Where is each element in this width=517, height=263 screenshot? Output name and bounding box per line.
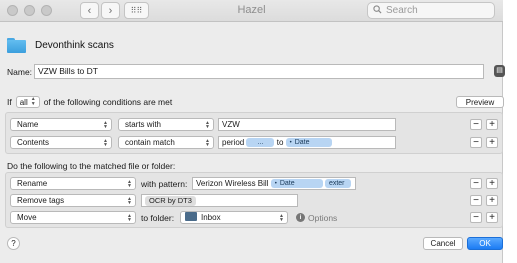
to-folder-label: to folder: (141, 213, 175, 223)
rule-name-field[interactable]: VZW Bills to DT (34, 64, 484, 79)
date-token[interactable]: • Date (285, 138, 332, 148)
action-row: Remove tags ▲ ▼ OCR by DT3 − + (6, 192, 502, 210)
action-type-select[interactable]: Remove tags ▲ ▼ (10, 194, 136, 207)
match-condition-row: If all ▲ ▼ of the following conditions ar… (7, 96, 172, 108)
help-button[interactable]: ? (7, 237, 20, 250)
tags-field[interactable]: OCR by DT3 (141, 194, 298, 207)
actions-header: Do the following to the matched file or … (7, 161, 176, 171)
select-arrows-icon: ▲ ▼ (30, 96, 36, 107)
condition-value-field[interactable]: VZW (218, 118, 396, 131)
folder-header: Devonthink scans (7, 38, 114, 53)
options-info-icon[interactable]: i (296, 213, 305, 222)
add-condition-button[interactable]: + (486, 137, 498, 148)
condition-pattern-field[interactable]: period ... to • Date (218, 136, 396, 149)
hazel-window: ‹ › ⠿⠿ Hazel Search Devonthink scans Nam… (0, 0, 505, 263)
tag-token[interactable]: OCR by DT3 (145, 195, 196, 206)
add-condition-button[interactable]: + (486, 119, 498, 130)
actions-group: Rename ▲ ▼ with pattern: Verizon Wireless … (5, 172, 503, 228)
options-link[interactable]: Options (308, 212, 337, 224)
action-type-select[interactable]: Move ▲ ▼ (10, 211, 136, 224)
select-arrows-icon: ▲ ▼ (205, 120, 210, 130)
action-row: Move ▲ ▼ to folder: Inbox ▲ ▼ i Options − + (6, 209, 502, 227)
with-pattern-label: with pattern: (141, 179, 188, 189)
remove-action-button[interactable]: − (470, 178, 482, 189)
inbox-icon (185, 212, 197, 222)
condition-row: Contents ▲ ▼ contain match ▲ ▼ period ... to… (6, 134, 502, 152)
condition-row: Name ▲ ▼ starts with ▲ ▼ VZW − + (6, 116, 502, 134)
ok-button[interactable]: OK (467, 237, 503, 250)
search-field[interactable]: Search (367, 2, 495, 19)
date-token[interactable]: • Date (270, 179, 323, 189)
remove-condition-button[interactable]: − (470, 137, 482, 148)
action-type-select[interactable]: Rename ▲ ▼ (10, 177, 136, 190)
cancel-button[interactable]: Cancel (423, 237, 463, 250)
title-bar: ‹ › ⠿⠿ Hazel Search (0, 0, 503, 22)
condition-attribute-select[interactable]: Name ▲ ▼ (10, 118, 112, 131)
action-row: Rename ▲ ▼ with pattern: Verizon Wireless … (6, 175, 502, 193)
pattern-token[interactable]: ... (246, 138, 275, 148)
match-all-select[interactable]: all ▲ ▼ (15, 96, 40, 108)
conditions-group: Name ▲ ▼ starts with ▲ ▼ VZW − + Contents ▲ ▼ … (5, 112, 503, 154)
destination-folder-select[interactable]: Inbox ▲ ▼ (180, 211, 288, 224)
add-action-button[interactable]: + (486, 212, 498, 223)
remove-condition-button[interactable]: − (470, 119, 482, 130)
add-action-button[interactable]: + (486, 178, 498, 189)
conditions-suffix-label: of the following conditions are met (43, 97, 173, 107)
select-arrows-icon: ▲ ▼ (127, 179, 132, 189)
search-placeholder: Search (386, 5, 418, 16)
folder-name: Devonthink scans (35, 40, 114, 51)
select-arrows-icon: ▲ ▼ (205, 138, 210, 148)
rule-name-label: Name: (7, 67, 33, 77)
preview-button[interactable]: Preview (456, 96, 504, 108)
rule-info-icon[interactable]: ▤ (494, 65, 505, 77)
if-label: If (7, 97, 12, 107)
select-arrows-icon: ▲ ▼ (127, 196, 132, 206)
select-arrows-icon: ▲ ▼ (127, 213, 132, 223)
condition-attribute-select[interactable]: Contents ▲ ▼ (10, 136, 112, 149)
folder-icon (7, 38, 26, 53)
select-arrows-icon: ▲ ▼ (279, 213, 284, 223)
rename-pattern-field[interactable]: Verizon Wireless Bill • Date exter (192, 177, 356, 190)
extension-token[interactable]: exter (324, 179, 351, 189)
search-icon (373, 4, 382, 17)
select-arrows-icon: ▲ ▼ (103, 138, 108, 148)
condition-operator-select[interactable]: starts with ▲ ▼ (118, 118, 214, 131)
condition-operator-select[interactable]: contain match ▲ ▼ (118, 136, 214, 149)
select-arrows-icon: ▲ ▼ (103, 120, 108, 130)
remove-action-button[interactable]: − (470, 212, 482, 223)
remove-action-button[interactable]: − (470, 195, 482, 206)
add-action-button[interactable]: + (486, 195, 498, 206)
